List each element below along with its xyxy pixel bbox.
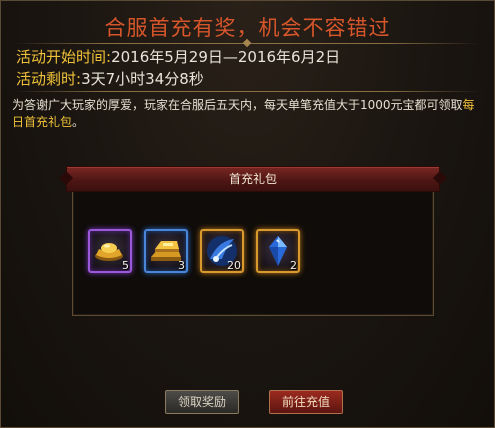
description-end: 。 (72, 115, 85, 129)
remaining-time-value: 3天7小时34分8秒 (81, 70, 204, 88)
reward-item-blue-crystal[interactable]: 2 (256, 229, 300, 273)
gift-pack-panel: 首充礼包 5 3 20 2 (66, 166, 440, 316)
event-description: 为答谢广大玩家的厚爱，玩家在合服后五天内，每天单笔充值大于1000元宝都可领取每… (12, 97, 484, 131)
event-title: 合服首充有奖，机会不容错过 (104, 16, 391, 40)
title-divider (14, 38, 480, 48)
gift-pack-title: 首充礼包 (66, 166, 440, 192)
go-recharge-button[interactable]: 前往充值 (269, 390, 343, 414)
item-count: 2 (290, 259, 297, 272)
reward-item-gold-ingot[interactable]: 5 (88, 229, 132, 273)
item-count: 5 (122, 259, 129, 272)
section-divider (14, 91, 480, 92)
reward-item-gold-bars[interactable]: 3 (144, 229, 188, 273)
item-count: 20 (227, 259, 241, 272)
event-time-value: 2016年5月29日—2016年6月2日 (111, 48, 341, 66)
event-time-row: 活动开始时间:2016年5月29日—2016年6月2日 (16, 48, 340, 66)
remaining-time-label: 活动剩时: (16, 70, 82, 88)
remaining-time-row: 活动剩时:3天7小时34分8秒 (16, 70, 204, 88)
reward-item-blue-energy[interactable]: 20 (200, 229, 244, 273)
event-time-label: 活动开始时间: (16, 48, 112, 66)
claim-reward-button[interactable]: 领取奖励 (165, 390, 239, 414)
item-count: 3 (178, 259, 185, 272)
description-text: 为答谢广大玩家的厚爱，玩家在合服后五天内，每天单笔充值大于1000元宝都可领取 (12, 98, 463, 112)
